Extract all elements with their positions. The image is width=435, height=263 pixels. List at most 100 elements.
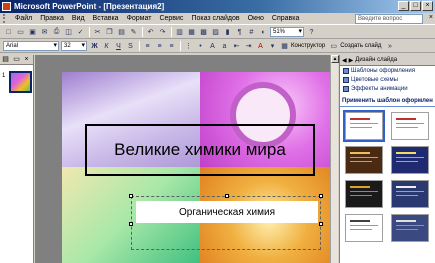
print-icon[interactable]: ⎙ — [51, 27, 62, 38]
font-color-icon[interactable]: A — [255, 41, 266, 52]
design-templates-link[interactable]: Шаблоны оформления — [340, 66, 435, 75]
resize-handle[interactable] — [319, 194, 323, 198]
paste-icon[interactable]: ▤ — [116, 27, 127, 38]
bullets-icon[interactable]: • — [195, 41, 206, 52]
template-thumbnail[interactable] — [345, 214, 383, 242]
menu-edit[interactable]: Правка — [36, 15, 68, 22]
forward-icon[interactable]: ▶ — [349, 57, 354, 64]
resize-handle[interactable] — [129, 222, 133, 226]
mail-icon[interactable]: ✉ — [39, 27, 50, 38]
animation-schemes-label[interactable]: Эффекты анимации — [351, 86, 408, 92]
expand-icon[interactable]: ¶ — [234, 27, 245, 38]
scroll-up-icon[interactable]: ▲ — [331, 55, 339, 63]
new-slide-button[interactable]: Создать слайд — [340, 43, 381, 49]
bold-icon[interactable]: Ж — [89, 41, 100, 52]
tables-borders-icon[interactable]: ▩ — [198, 27, 209, 38]
italic-icon[interactable]: К — [101, 41, 112, 52]
insert-table-icon[interactable]: ▨ — [210, 27, 221, 38]
format-painter-icon[interactable]: ✎ — [128, 27, 139, 38]
cut-icon[interactable]: ✂ — [92, 27, 103, 38]
menu-tools[interactable]: Сервис — [155, 15, 187, 22]
back-icon[interactable]: ◀ — [342, 57, 347, 64]
dropdown-arrow-icon[interactable]: ▾ — [267, 41, 278, 52]
slide-thumbnail[interactable] — [9, 71, 32, 93]
template-thumbnail[interactable] — [343, 110, 385, 142]
columns-icon[interactable]: ▮ — [222, 27, 233, 38]
toolbar-options-icon[interactable]: » — [384, 41, 395, 52]
menu-slideshow[interactable]: Показ слайдов — [187, 15, 243, 22]
slide-canvas[interactable]: Великие химики мира Органическая химия — [62, 72, 338, 263]
animation-schemes-link[interactable]: Эффекты анимации — [340, 84, 435, 93]
redo-icon[interactable]: ↷ — [157, 27, 168, 38]
grid-icon[interactable]: # — [246, 27, 257, 38]
design-templates-label[interactable]: Шаблоны оформления — [351, 68, 415, 74]
color-icon[interactable]: ◐ — [258, 27, 269, 38]
template-thumbnail[interactable] — [391, 112, 429, 140]
slide-subtitle[interactable]: Органическая химия — [179, 207, 275, 218]
color-schemes-label[interactable]: Цветовые схемы — [351, 77, 398, 83]
vertical-scrollbar[interactable]: ▲ — [330, 55, 339, 263]
increase-font-icon[interactable]: A — [207, 41, 218, 52]
zoom-combo[interactable]: 51% — [270, 27, 304, 37]
template-thumbnail[interactable] — [391, 146, 429, 174]
template-thumbnail[interactable] — [345, 180, 383, 208]
template-thumbnail[interactable] — [391, 180, 429, 208]
spelling-icon[interactable]: ✓ — [75, 27, 86, 38]
copy-icon[interactable]: ❐ — [104, 27, 115, 38]
increase-indent-icon[interactable]: ⇥ — [243, 41, 254, 52]
align-right-icon[interactable]: ≡ — [166, 41, 177, 52]
title-placeholder[interactable]: Великие химики мира — [85, 124, 315, 176]
preview-icon[interactable]: ◫ — [63, 27, 74, 38]
maximize-button[interactable]: □ — [410, 1, 421, 11]
menu-window[interactable]: Окно — [244, 15, 268, 22]
resize-handle[interactable] — [319, 222, 323, 226]
save-icon[interactable]: ▣ — [27, 27, 38, 38]
color-schemes-link[interactable]: Цветовые схемы — [340, 75, 435, 84]
separator — [180, 41, 181, 51]
doc-close-icon[interactable]: × — [429, 14, 433, 21]
align-left-icon[interactable]: ≡ — [142, 41, 153, 52]
menu-help[interactable]: Справка — [268, 15, 303, 22]
font-combo[interactable]: Arial — [3, 41, 59, 51]
subtitle-placeholder[interactable]: Органическая химия — [129, 194, 323, 250]
font-size-combo[interactable]: 32 — [61, 41, 87, 51]
table-icon[interactable]: ▦ — [186, 27, 197, 38]
underline-icon[interactable]: Ч — [113, 41, 124, 52]
shadow-icon[interactable]: S — [125, 41, 136, 52]
menu-insert[interactable]: Вставка — [89, 15, 123, 22]
pane-close-icon[interactable]: × — [21, 55, 32, 65]
new-slide-icon[interactable]: ▭ — [328, 41, 339, 52]
resize-handle[interactable] — [225, 194, 229, 198]
apply-template-heading: Применить шаблон оформлен — [340, 98, 435, 107]
help-icon[interactable]: ? — [306, 27, 317, 38]
task-pane-header[interactable]: ◀ ▶ Дизайн слайда — [340, 55, 435, 66]
menu-file[interactable]: Файл — [11, 15, 36, 22]
open-icon[interactable]: ▭ — [15, 27, 26, 38]
decrease-font-icon[interactable]: a — [219, 41, 230, 52]
outline-tab-icon[interactable]: ▤ — [0, 55, 11, 65]
window-controls: _ □ × — [398, 1, 433, 11]
menu-format[interactable]: Формат — [123, 15, 156, 22]
decrease-indent-icon[interactable]: ⇤ — [231, 41, 242, 52]
slide-title[interactable]: Великие химики мира — [114, 140, 286, 160]
chart-icon[interactable]: ▥ — [174, 27, 185, 38]
subtitle-text-area[interactable]: Органическая химия — [136, 201, 318, 223]
align-center-icon[interactable]: ≡ — [154, 41, 165, 52]
resize-handle[interactable] — [129, 194, 133, 198]
task-pane-title: Дизайн слайда — [355, 57, 398, 63]
new-icon[interactable]: □ — [3, 27, 14, 38]
menu-view[interactable]: Вид — [68, 15, 89, 22]
animation-icon — [343, 85, 349, 92]
designer-icon[interactable]: ▦ — [279, 41, 290, 52]
ask-question-input[interactable]: Введите вопрос — [355, 14, 423, 24]
minimize-button[interactable]: _ — [398, 1, 409, 11]
template-gallery — [340, 107, 435, 242]
title-bar: Microsoft PowerPoint - [Презентация2] _ … — [0, 0, 435, 13]
close-button[interactable]: × — [422, 1, 433, 11]
undo-icon[interactable]: ↶ — [145, 27, 156, 38]
numbering-icon[interactable]: ⋮ — [183, 41, 194, 52]
template-thumbnail[interactable] — [345, 146, 383, 174]
slides-pane-tabs: ▤ ▭ × — [0, 55, 33, 65]
designer-button[interactable]: Конструктор — [291, 43, 325, 49]
template-thumbnail[interactable] — [391, 214, 429, 242]
